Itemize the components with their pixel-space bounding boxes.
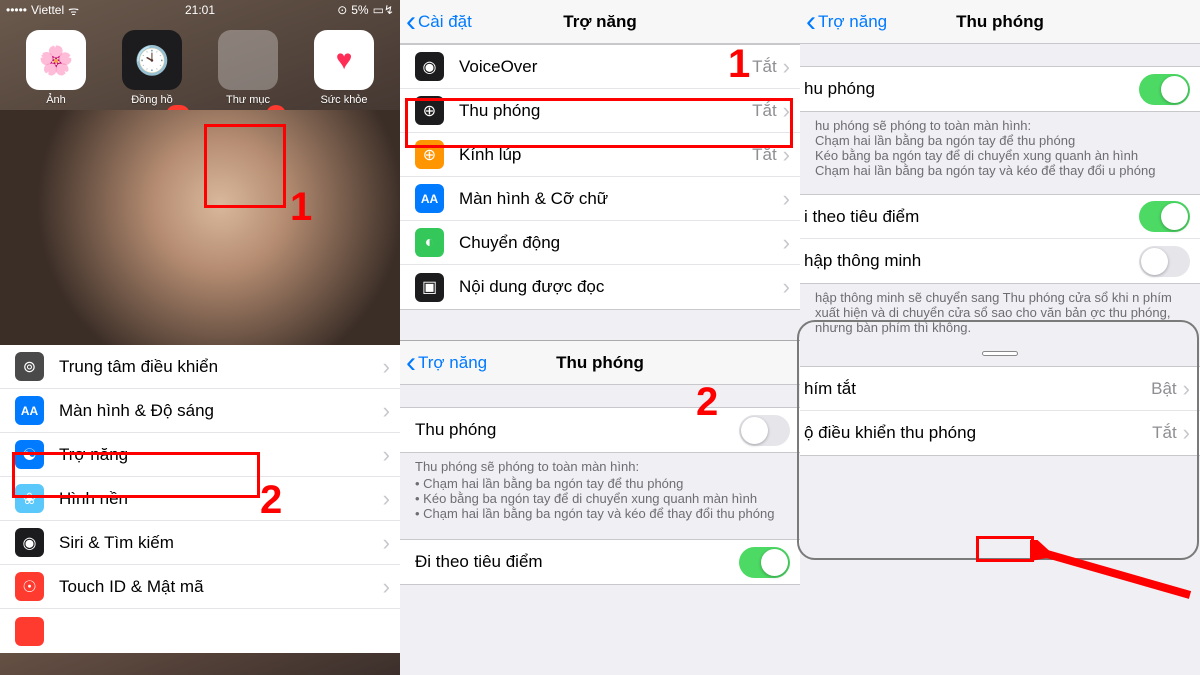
row-siri[interactable]: ◉Siri & Tìm kiếm› [0,521,400,565]
follow-toggle[interactable] [1139,201,1190,232]
back-button[interactable]: Cài đặt [400,12,472,32]
nav-bar: Cài đặt Trợ năng [400,0,800,44]
zoom-description: Thu phóng sẽ phóng to toàn màn hình: • C… [400,453,800,531]
row-motion[interactable]: ◐Chuyển động› [400,221,800,265]
row-control-center[interactable]: ⊚Trung tâm điều khiển› [0,345,400,389]
row-zoom-toggle[interactable]: Thu phóng [400,408,800,452]
app-photos[interactable]: 🌸Ảnh [12,30,100,106]
back-button[interactable]: Trợ năng [400,353,487,373]
app-clock[interactable]: 🕙Đồng hồ [108,30,196,106]
row-wallpaper[interactable]: ❀Hình nền› [0,477,400,521]
zoom-description: hu phóng sẽ phóng to toàn màn hình: Chạm… [800,112,1200,188]
panel-zoom-on: Trợ năng Thu phóng hu phóng hu phóng sẽ … [800,0,1200,675]
row-zoom-toggle[interactable]: hu phóng [800,67,1200,111]
follow-toggle[interactable] [739,547,790,578]
row-partial [0,609,400,653]
zoom-toggle-on[interactable] [1139,74,1190,105]
settings-list: ⊚Trung tâm điều khiển› AAMàn hình & Độ s… [0,345,400,653]
app-folder[interactable]: Thư mục [204,30,292,106]
row-accessibility[interactable]: ☯Trợ năng› [0,433,400,477]
drag-handle-icon[interactable] [982,351,1018,356]
annotation-number-1: 1 [290,185,312,230]
nav-bar: Trợ năng Thu phóng [800,0,1200,44]
row-shortcuts[interactable]: hím tắtBật› [800,367,1200,411]
row-smart-typing[interactable]: hập thông minh [800,239,1200,283]
nav-title: Thu phóng [556,353,644,373]
nav-title: Trợ năng [563,12,636,32]
smart-toggle[interactable] [1139,246,1190,277]
row-zoom[interactable]: ⊕Thu phóngTắt› [400,89,800,133]
annotation-number-2b: 2 [696,380,718,425]
wallpaper-face [0,110,400,345]
row-spoken[interactable]: ▣Nội dung được đọc› [400,265,800,309]
row-follow-focus[interactable]: i theo tiêu điểm [800,195,1200,239]
panel-zoom-off: Trợ năng Thu phóng Thu phóng Thu phóng s… [400,340,800,675]
nav-bar: Trợ năng Thu phóng [400,341,800,385]
row-display-text[interactable]: AAMàn hình & Cỡ chữ› [400,177,800,221]
annotation-number-2: 2 [260,478,282,523]
status-bar: •••••Viettelᯤ 21:01 ⊙5%▭↯ [0,0,400,20]
row-zoom-controller[interactable]: ộ điều khiển thu phóngTắt› [800,411,1200,455]
back-button[interactable]: Trợ năng [800,12,887,32]
row-touchid[interactable]: ☉Touch ID & Mật mã› [0,565,400,609]
panel-home: •••••Viettelᯤ 21:01 ⊙5%▭↯ 🌸Ảnh 🕙Đồng hồ … [0,0,400,675]
zoom-toggle-off[interactable] [739,415,790,446]
nav-title: Thu phóng [956,12,1044,32]
annotation-number-1b: 1 [728,42,750,87]
smart-description: hập thông minh sẽ chuyển sang Thu phóng … [800,284,1200,345]
row-magnifier[interactable]: ⊕Kính lúpTắt› [400,133,800,177]
row-display[interactable]: AAMàn hình & Độ sáng› [0,389,400,433]
row-follow-focus[interactable]: Đi theo tiêu điểm [400,540,800,584]
app-health[interactable]: ♥Sức khỏe [300,30,388,106]
